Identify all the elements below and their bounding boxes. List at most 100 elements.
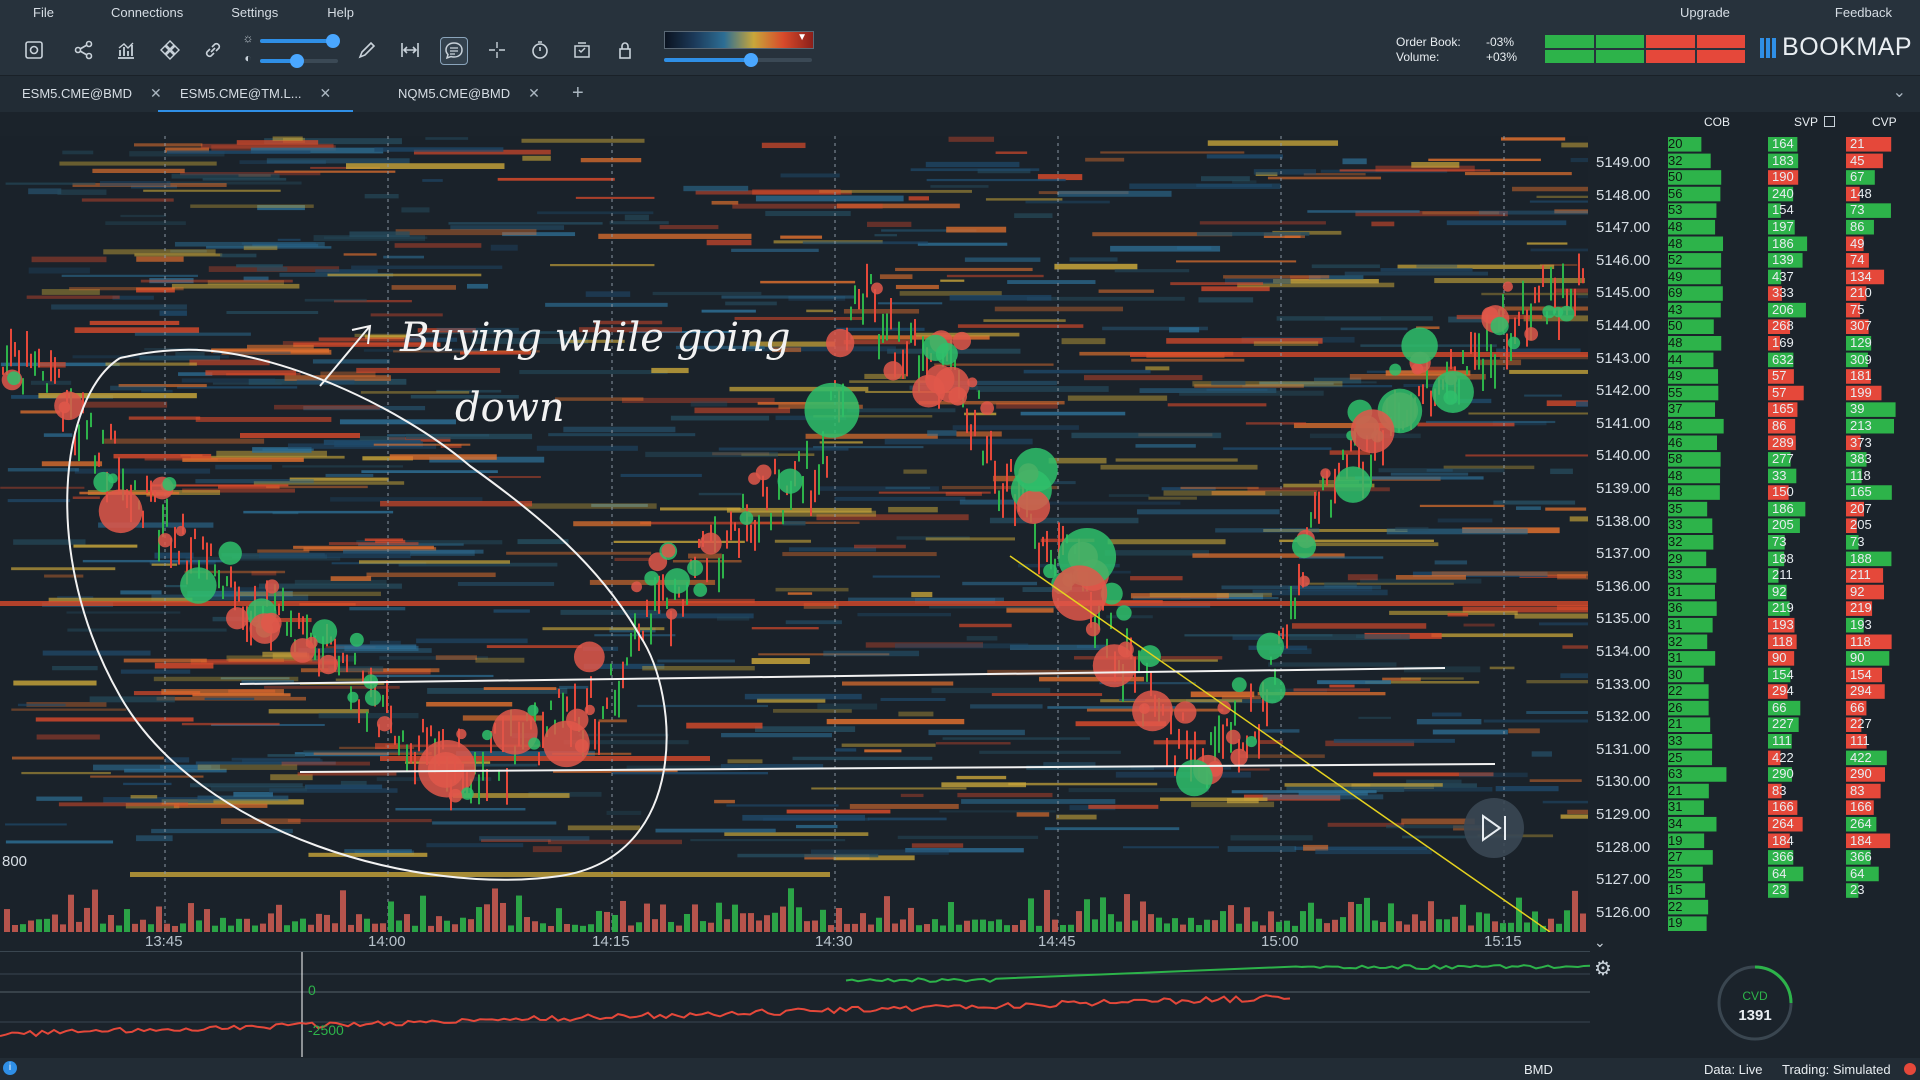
cvp-value: 74 (1850, 252, 1865, 268)
chat-icon[interactable] (440, 37, 468, 65)
trade-bubble (162, 477, 177, 491)
time-tick: 14:30 (815, 933, 853, 950)
volume-bar (964, 920, 970, 932)
share-icon[interactable] (71, 37, 97, 63)
status-dot-icon (1904, 1063, 1916, 1075)
cvp-value: 199 (1850, 384, 1872, 400)
volume-value: +03% (1486, 50, 1518, 64)
volume-bar (676, 925, 682, 932)
volume-bar (1036, 925, 1042, 932)
gear-icon[interactable]: ⚙ (1594, 956, 1612, 981)
cob-value: 44 (1668, 351, 1683, 367)
tab-nqm5-bmd[interactable]: NQM5.CME@BMD ✕ (398, 76, 540, 110)
svp-value: 57 (1772, 368, 1787, 384)
cob-value: 29 (1668, 550, 1683, 566)
svp-value: 66 (1772, 699, 1787, 715)
cvp-value: 118 (1850, 633, 1871, 649)
volume-bar (188, 903, 194, 932)
info-icon[interactable]: i (3, 1061, 17, 1075)
tab-esm5-tm[interactable]: ESM5.CME@TM.L... ✕ (158, 76, 354, 112)
palette-contrast-slider[interactable] (664, 53, 812, 67)
svp-value: 219 (1772, 600, 1794, 616)
volume-bar (1356, 903, 1362, 932)
volume-bar (1268, 911, 1274, 932)
cvp-value: 67 (1850, 169, 1865, 185)
lock-icon[interactable] (612, 37, 638, 63)
add-tab-button[interactable]: + (572, 82, 584, 105)
cvp-value: 165 (1850, 484, 1872, 500)
svp-value: 186 (1772, 235, 1794, 251)
trade-bubble (1139, 703, 1150, 714)
timer-icon[interactable] (527, 37, 553, 63)
chart-indicator-icon[interactable] (113, 37, 139, 63)
module-icon[interactable] (157, 37, 183, 63)
volume-bar (1500, 923, 1506, 932)
cvd-gauge: CVD 1391 (1717, 965, 1793, 1041)
close-icon[interactable]: ✕ (320, 85, 332, 102)
cvp-value: 73 (1850, 534, 1865, 549)
volume-bar (1468, 925, 1474, 932)
time-tick: 14:45 (1038, 933, 1076, 950)
cvd-panel: 0 -2500 (0, 951, 1591, 1057)
data-status: Data: Live (1704, 1062, 1763, 1077)
tab-esm5-bmd[interactable]: ESM5.CME@BMD ✕ (22, 76, 162, 110)
pencil-icon[interactable] (354, 37, 380, 63)
link-icon[interactable] (200, 37, 226, 63)
volume-bar (588, 924, 594, 932)
ruler-icon[interactable] (397, 37, 423, 63)
trade-bubble (218, 541, 242, 565)
price-tick: 5134.00 (1596, 643, 1651, 660)
time-tick: 14:15 (592, 933, 630, 950)
jump-to-live-button[interactable] (1464, 798, 1524, 858)
svp-value: 422 (1772, 749, 1794, 765)
cob-value: 21 (1668, 782, 1683, 798)
cob-value: 33 (1668, 567, 1683, 583)
trade-bubble (448, 788, 463, 803)
close-icon[interactable]: ✕ (528, 85, 540, 102)
contrast-slider[interactable] (260, 54, 338, 68)
volume-bar (1348, 901, 1354, 932)
volume-bar (12, 924, 18, 932)
brightness-icon: ☼ (242, 31, 254, 45)
cvp-value: 210 (1850, 285, 1872, 301)
cob-value: 50 (1668, 169, 1683, 185)
price-tick: 5143.00 (1596, 349, 1651, 367)
menu-bar: File Connections Settings Help Upgrade F… (0, 0, 1920, 25)
trade-bubble (664, 568, 690, 594)
menu-settings[interactable]: Settings (183, 5, 278, 20)
cob-value: 33 (1668, 733, 1683, 748)
volume-bar (852, 923, 858, 932)
svp-value: 211 (1772, 567, 1793, 583)
feedback-link[interactable]: Feedback (1835, 5, 1892, 20)
tab-label: ESM5.CME@TM.L... (180, 85, 302, 101)
volume-bar (356, 914, 362, 932)
menu-connections[interactable]: Connections (54, 5, 183, 20)
cob-value: 48 (1668, 417, 1683, 433)
trade-bubble (1334, 466, 1372, 503)
menu-help[interactable]: Help (278, 5, 354, 20)
chevron-down-icon[interactable]: ⌄ (1893, 82, 1906, 102)
brightness-slider[interactable] (260, 34, 340, 48)
cvd-neg-label: -2500 (308, 1022, 344, 1038)
trade-bubble (158, 533, 173, 548)
svp-settings-icon[interactable] (1824, 116, 1835, 127)
cvp-value: 219 (1850, 600, 1872, 616)
crosshair-icon[interactable] (484, 37, 510, 63)
volume-bar (996, 919, 1002, 932)
replay-icon[interactable] (569, 37, 595, 63)
volume-bar (84, 907, 90, 932)
upgrade-link[interactable]: Upgrade (1680, 5, 1730, 20)
volume-bar (1396, 921, 1402, 932)
volume-bar (836, 907, 842, 932)
screenshot-icon[interactable] (21, 37, 47, 63)
tab-label: NQM5.CME@BMD (398, 85, 511, 101)
menu-file[interactable]: File (0, 5, 54, 20)
volume-bar (1452, 916, 1458, 932)
volume-bar (700, 921, 706, 932)
heatmap-chart[interactable]: Buying while going down 800 (0, 136, 1588, 932)
svp-value: 190 (1772, 169, 1794, 185)
cvp-value: 64 (1850, 865, 1865, 881)
collapse-chevron-icon[interactable]: ⌄ (1594, 934, 1606, 951)
heatmap-palette-select[interactable]: ▼ (664, 31, 814, 49)
volume-bar (780, 906, 786, 932)
